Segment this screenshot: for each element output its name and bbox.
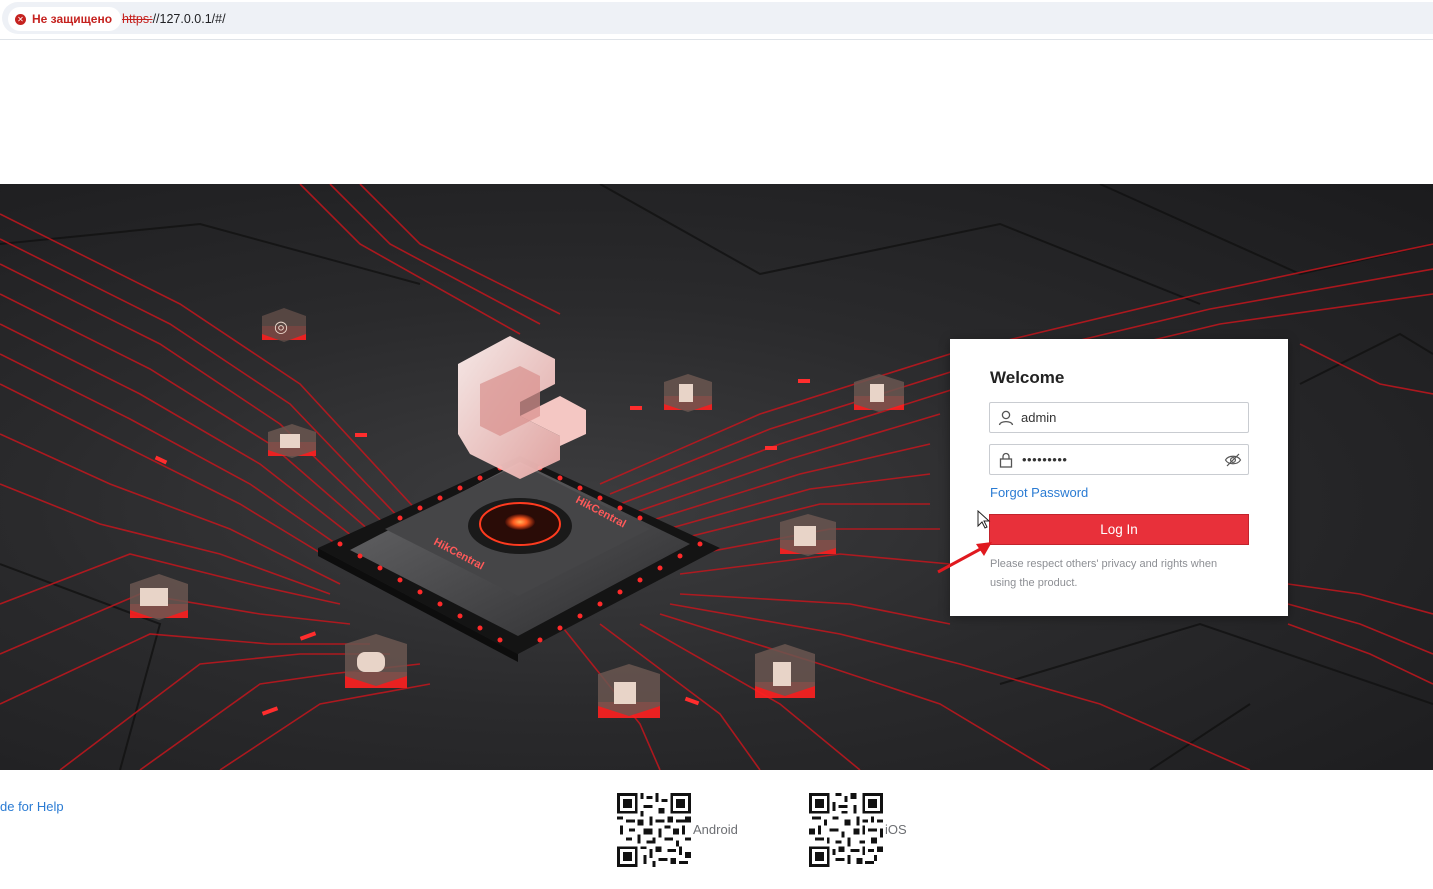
android-label: Android xyxy=(693,822,738,837)
security-indicator[interactable]: ✕ Не защищено xyxy=(8,7,122,31)
privacy-notice: Please respect others' privacy and right… xyxy=(990,558,1218,589)
annotation-arrow-icon xyxy=(937,542,992,574)
svg-text:◎: ◎ xyxy=(274,317,288,336)
omnibox[interactable]: ✕ Не защищено https://127.0.0.1/#/ xyxy=(2,2,1433,34)
url-text[interactable]: https://127.0.0.1/#/ xyxy=(122,12,226,26)
login-panel: Welcome ••••••••• Forgot Password Log In… xyxy=(950,339,1288,616)
url-scheme: https: xyxy=(122,12,153,26)
username-field[interactable] xyxy=(989,402,1249,433)
lock-icon xyxy=(999,452,1013,468)
brand-logo-cube xyxy=(458,336,586,479)
ios-qr-code xyxy=(809,793,883,867)
help-link[interactable]: de for Help xyxy=(0,799,64,814)
login-button[interactable]: Log In xyxy=(989,514,1249,545)
central-chip: HikCentral HikCentral xyxy=(318,456,720,662)
password-input[interactable]: ••••••••• xyxy=(1022,452,1067,467)
eye-off-icon[interactable] xyxy=(1224,451,1242,469)
user-icon xyxy=(998,410,1014,426)
login-title: Welcome xyxy=(990,368,1065,387)
ios-label: iOS xyxy=(885,822,907,837)
security-label: Не защищено xyxy=(32,12,113,26)
mouse-cursor-icon xyxy=(977,510,991,529)
password-field[interactable]: ••••••••• xyxy=(989,444,1249,475)
android-qr-code xyxy=(617,793,691,867)
url-path: //127.0.0.1/#/ xyxy=(152,12,226,26)
browser-address-bar: ✕ Не защищено https://127.0.0.1/#/ xyxy=(0,0,1433,40)
username-input[interactable] xyxy=(1021,403,1211,432)
forgot-password-link[interactable]: Forgot Password xyxy=(990,485,1088,500)
not-secure-icon: ✕ xyxy=(15,13,26,25)
